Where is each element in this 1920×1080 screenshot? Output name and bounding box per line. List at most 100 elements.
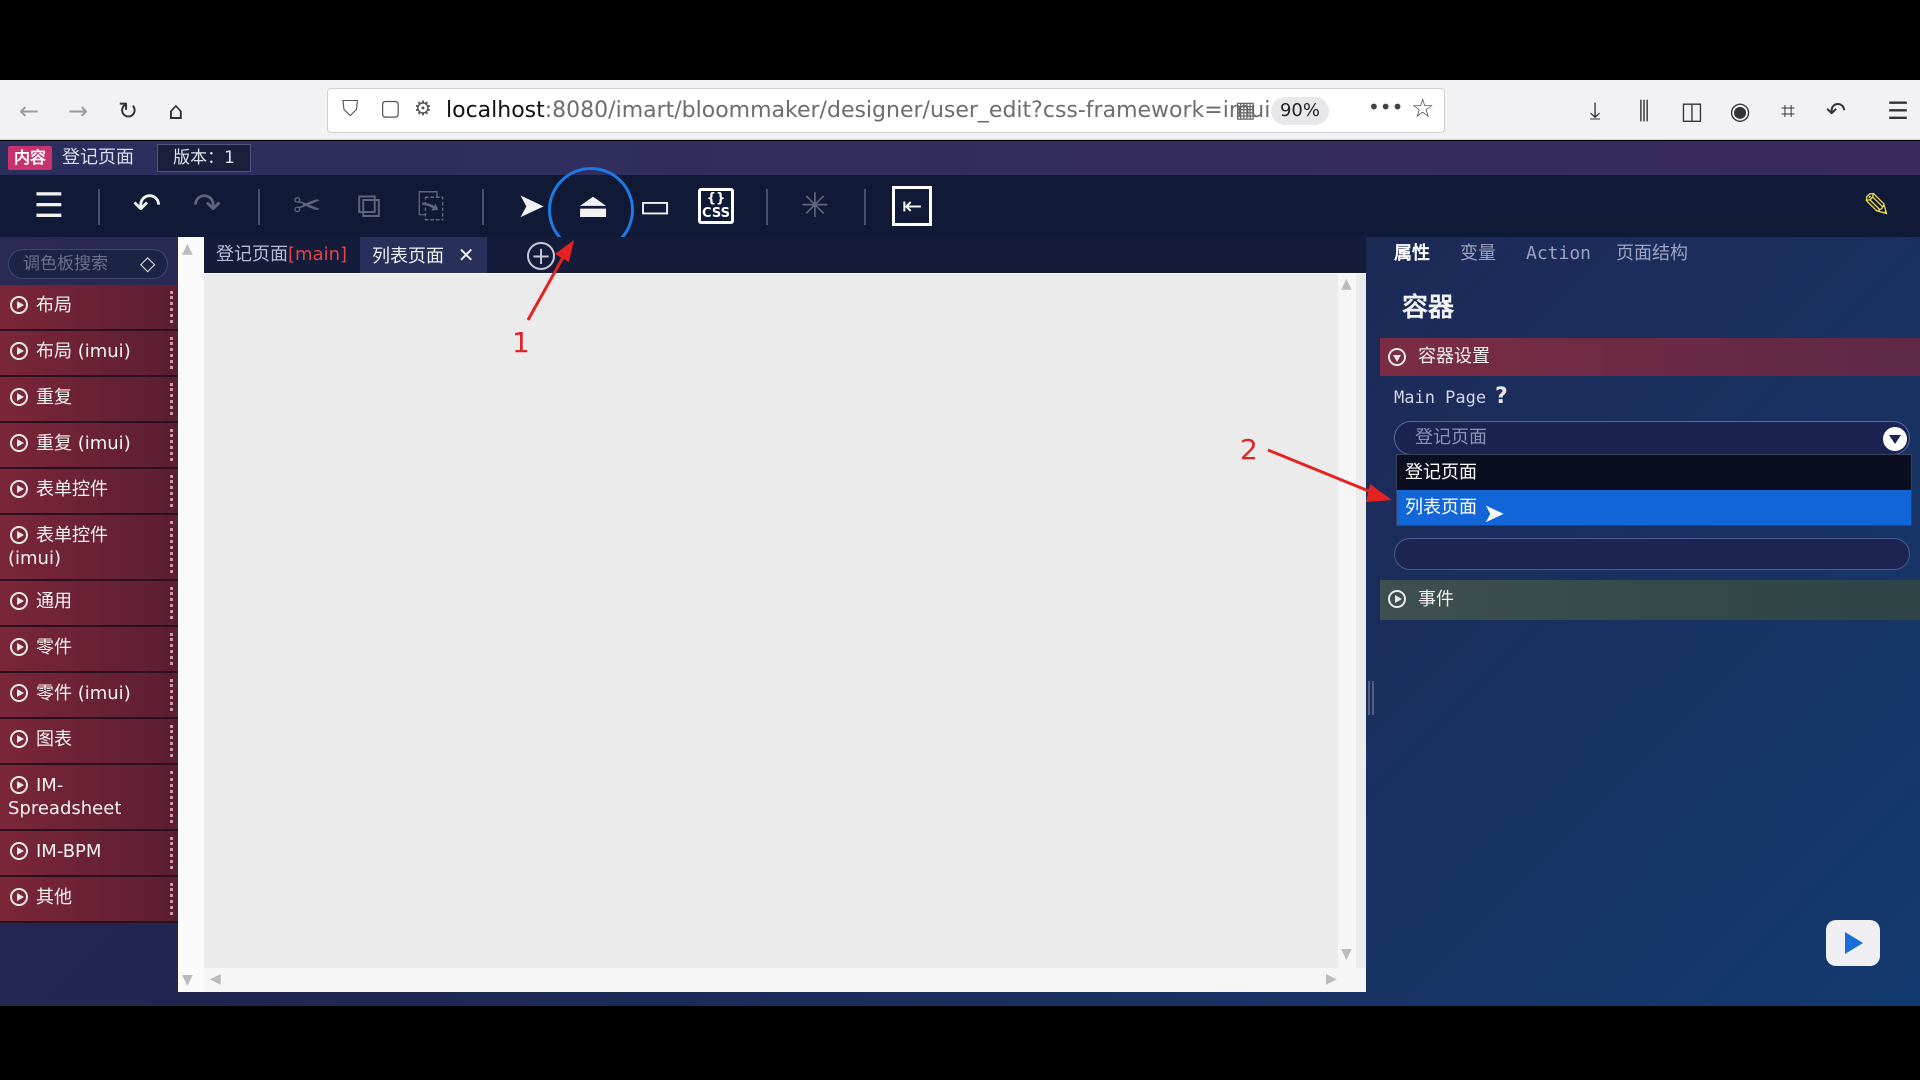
palette-label: 其他 xyxy=(36,887,72,908)
url-bar[interactable]: ⛉ ▢ ⚙ localhost:8080/imart/bloommaker/de… xyxy=(327,88,1445,133)
container-settings-section[interactable]: 容器设置 xyxy=(1380,338,1920,376)
home-icon[interactable]: ⌂ xyxy=(161,96,191,126)
palette-repeat[interactable]: 重复 xyxy=(0,377,178,423)
option-register-page[interactable]: 登记页面 xyxy=(1397,455,1911,490)
library-icon[interactable]: ⫼ xyxy=(1628,95,1660,127)
more-actions-icon[interactable]: ••• xyxy=(1368,95,1403,119)
play-icon xyxy=(10,592,28,610)
download-icon[interactable]: ⤓ xyxy=(1579,95,1611,127)
tab-variables[interactable]: 变量 xyxy=(1460,237,1496,271)
tab-label: 登记页面 xyxy=(216,244,288,265)
palette-label: IM-BPM xyxy=(36,841,102,862)
exit-editor-icon[interactable]: ⇤ xyxy=(892,186,932,226)
video-play-icon[interactable] xyxy=(1826,920,1880,966)
toolbar-divider xyxy=(98,189,100,225)
annotation-label-2: 2 xyxy=(1240,433,1258,466)
zoom-level[interactable]: 90% xyxy=(1271,97,1329,125)
paste-icon[interactable]: ⎘ xyxy=(408,183,454,229)
palette-charts[interactable]: 图表 xyxy=(0,719,178,765)
copy-icon[interactable]: ⧉ xyxy=(346,183,392,229)
palette-parts[interactable]: 零件 xyxy=(0,627,178,673)
content-bar: 内容 登记页面 版本：1 xyxy=(0,141,1920,175)
scroll-down-icon[interactable]: ▼ xyxy=(1341,946,1352,962)
panel-title: 容器 xyxy=(1402,293,1455,323)
url-text[interactable]: localhost:8080/imart/bloommaker/designer… xyxy=(446,89,1312,132)
tab-page-structure[interactable]: 页面结构 xyxy=(1616,237,1688,271)
chevron-down-icon[interactable] xyxy=(1883,427,1907,451)
palette-im-spreadsheet[interactable]: IM-Spreadsheet xyxy=(0,765,178,831)
palette-label: 通用 xyxy=(36,591,72,612)
horizontal-scrollbar[interactable]: ◀ ▶ xyxy=(204,968,1366,992)
version-badge[interactable]: 版本：1 xyxy=(157,144,251,172)
play-icon xyxy=(10,480,28,498)
edit-pencil-icon[interactable]: ✎ xyxy=(1854,183,1900,229)
palette-label: 零件 (imui) xyxy=(36,683,131,704)
play-icon xyxy=(10,684,28,702)
main-page-select[interactable]: 登记页面 xyxy=(1394,421,1910,455)
scroll-up-icon[interactable]: ▲ xyxy=(1341,276,1352,292)
undo-close-icon[interactable]: ↶ xyxy=(1820,95,1852,127)
scroll-right-icon[interactable]: ▶ xyxy=(1326,971,1337,987)
screenshot-icon[interactable]: ⌗ xyxy=(1772,95,1804,127)
help-icon[interactable]: ? xyxy=(1495,384,1508,409)
scroll-down-icon[interactable]: ▼ xyxy=(182,972,193,988)
palette-layout[interactable]: 布局 xyxy=(0,285,178,331)
play-icon xyxy=(10,388,28,406)
account-icon[interactable]: ◉ xyxy=(1724,95,1756,127)
undo-icon[interactable]: ↶ xyxy=(124,183,170,229)
add-page-icon[interactable]: + xyxy=(527,242,555,270)
panel-splitter[interactable] xyxy=(1368,681,1374,715)
scroll-left-icon[interactable]: ◀ xyxy=(210,971,221,987)
css-icon[interactable]: {} CSS xyxy=(698,188,734,224)
scroll-up-icon[interactable]: ▲ xyxy=(182,241,193,257)
palette-label: 布局 xyxy=(36,295,72,316)
vertical-scrollbar[interactable]: ▲ ▼ xyxy=(1338,274,1356,968)
clear-eraser-icon[interactable]: ◇ xyxy=(140,251,155,275)
play-icon xyxy=(10,342,28,360)
palette-label: 表单控件 xyxy=(36,479,108,500)
redo-icon[interactable]: ↷ xyxy=(184,183,230,229)
play-icon xyxy=(10,296,28,314)
palette-label: 布局 (imui) xyxy=(36,341,131,362)
qr-code-icon[interactable]: ▦ xyxy=(1235,98,1256,123)
palette-form-controls-imui[interactable]: 表单控件 (imui) xyxy=(0,515,178,581)
bookmark-star-icon[interactable]: ☆ xyxy=(1411,94,1434,124)
loading-icon[interactable]: ✳ xyxy=(792,183,838,229)
annotation-label-1: 1 xyxy=(512,326,530,359)
close-tab-icon[interactable]: ✕ xyxy=(458,243,475,267)
design-canvas[interactable] xyxy=(204,274,1366,968)
palette-im-bpm[interactable]: IM-BPM xyxy=(0,831,178,877)
app-logo-icon[interactable]: ☰ xyxy=(26,183,72,229)
forward-icon[interactable]: → xyxy=(63,96,93,126)
shield-icon[interactable]: ⛉ xyxy=(342,97,359,122)
play-icon xyxy=(10,526,28,544)
property-input[interactable] xyxy=(1394,538,1910,570)
main-page-dropdown: 登记页面 列表页面 ➤ xyxy=(1396,454,1912,529)
section-label: 容器设置 xyxy=(1418,346,1490,367)
cut-icon[interactable]: ✂ xyxy=(284,183,330,229)
hamburger-menu-icon[interactable]: ☰ xyxy=(1882,95,1914,127)
url-host: localhost xyxy=(446,98,545,123)
tab-register-page[interactable]: 登记页面[main] xyxy=(204,237,359,273)
permissions-icon[interactable]: ⚙ xyxy=(414,96,432,120)
play-icon xyxy=(10,434,28,452)
back-icon[interactable]: ← xyxy=(14,96,44,126)
sidebar-icon[interactable]: ◫ xyxy=(1676,95,1708,127)
tab-action[interactable]: Action xyxy=(1526,237,1591,271)
select-pointer-icon[interactable]: ➤ xyxy=(508,183,554,229)
palette-common[interactable]: 通用 xyxy=(0,581,178,627)
tab-list-page[interactable]: 列表页面 ✕ xyxy=(360,237,487,273)
palette-parts-imui[interactable]: 零件 (imui) xyxy=(0,673,178,719)
events-section[interactable]: 事件 xyxy=(1380,580,1920,620)
palette-repeat-imui[interactable]: 重复 (imui) xyxy=(0,423,178,469)
designer-toolbar: ☰ ↶ ↷ ✂ ⧉ ⎘ ➤ ⏏ ▭ {} CSS ✳ ⇤ ✎ xyxy=(0,167,1920,253)
palette-label: 零件 xyxy=(36,637,72,658)
tab-properties[interactable]: 属性 xyxy=(1394,237,1430,271)
preview-monitor-icon[interactable]: ▭ xyxy=(632,183,678,229)
page-icon[interactable]: ▢ xyxy=(380,96,401,121)
option-list-page[interactable]: 列表页面 xyxy=(1397,490,1911,525)
palette-layout-imui[interactable]: 布局 (imui) xyxy=(0,331,178,377)
reload-icon[interactable]: ↻ xyxy=(113,96,143,126)
palette-other[interactable]: 其他 xyxy=(0,877,178,923)
palette-form-controls[interactable]: 表单控件 xyxy=(0,469,178,515)
